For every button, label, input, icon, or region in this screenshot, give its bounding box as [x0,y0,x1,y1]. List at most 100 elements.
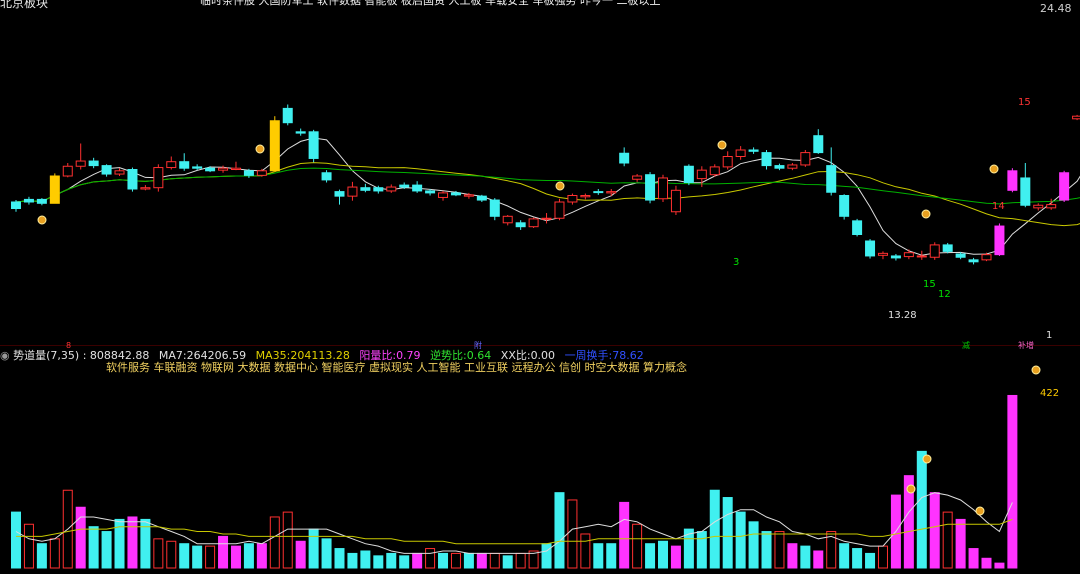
indicator-name[interactable]: 势道量 [13,349,46,362]
volume-bar [541,543,552,569]
volume-bar [476,552,487,569]
candle-body [865,240,876,257]
kline-chart-canvas[interactable] [0,0,1080,574]
label-14-red: 14 [992,201,1005,212]
candle-body [127,169,138,190]
volume-ma-white [15,492,1013,554]
ma-line-white [15,137,1080,256]
volume-bar [308,528,319,569]
candle-body [463,194,474,197]
badge-icon [555,181,565,191]
volume-bar [632,523,643,569]
candle-body [632,175,643,180]
candle-body [476,195,487,201]
candle-body [11,201,21,209]
volume-bar [787,543,798,569]
volume-bar [580,533,591,569]
indicator-icon[interactable]: ◉ [0,349,10,362]
volume-high-label: 422 [1040,388,1060,399]
volume-bar [386,552,397,569]
candle-body [23,198,34,203]
candle-body [696,169,707,180]
candle-body [360,187,371,191]
volume-bar [929,492,940,569]
candle-body [334,191,345,197]
price-high-label: 24.48 [1040,2,1072,15]
candle-body [968,259,979,263]
candle-body [179,161,190,169]
candle-body [373,187,384,192]
volume-bar [735,511,746,569]
volume-bar [619,501,630,569]
candle-body [877,252,888,256]
concept-tags-top: 临时条件股 大国防军工 软件数据 智能板 板启国资 人工板 车载安全 车板强势 … [200,0,661,7]
volume-bar [670,545,681,569]
volume-bar [761,531,772,569]
candle-body [88,160,99,167]
candle-body [735,149,746,157]
volume-bar [1007,394,1018,569]
volume-ma-yellow [16,518,1013,545]
volume-bar [438,552,449,569]
volume-bar [334,548,345,569]
volume-bar [192,545,203,569]
volume-bar [567,499,578,569]
candle-body [425,190,436,194]
label-15-red: 15 [1018,97,1031,108]
badge-icon [922,454,932,464]
volume-bar [11,511,21,569]
volume-bar [865,552,876,569]
candle-body [140,187,151,190]
volume-bar [218,535,229,569]
volume-bar [412,552,423,569]
candle-body [1046,204,1057,209]
candle-body [412,184,423,192]
volume-bar [942,511,953,569]
label-3-green: 3 [733,257,740,268]
volume-bar [554,492,565,569]
sector-title: 北京板块 [0,0,49,10]
volume-bar [968,548,979,569]
volume-bar [955,518,966,569]
candle-body [438,192,449,198]
volume-bar [75,506,86,569]
candle-body [205,167,216,172]
candle-body [619,152,630,164]
candle-body [308,131,319,159]
low-price-label: 13.28 [888,310,917,321]
candle-body [955,253,966,258]
ma-line-yellow [15,162,1080,227]
badge-icon [1031,365,1041,375]
volume-bar [295,540,306,569]
candle-body [541,217,552,220]
candle-body [748,149,759,152]
candle-body [101,165,112,175]
candle-body [1033,204,1044,209]
candle-body [295,131,306,134]
candle-body [347,186,358,197]
candle-body [774,165,785,169]
candle-body [62,165,73,177]
volume-bar [994,562,1005,569]
volume-bar [774,531,785,569]
candle-body [800,152,811,166]
badge-icon [906,484,916,494]
candle-body [580,195,591,198]
candle-body [1072,115,1080,120]
volume-bar [658,540,668,569]
candle-body [567,195,578,203]
candle-body [192,166,203,169]
candle-body [489,199,500,217]
volume-bar [606,543,617,569]
panel-divider [0,345,1080,346]
label-12-green: 12 [938,289,951,300]
badge-icon [975,506,985,516]
candle-body [36,198,47,204]
candle-body [269,120,280,172]
label-buzeng: 补增 [1018,341,1034,350]
badge-icon [255,144,265,154]
candle-body [243,170,254,176]
label-15-green: 15 [923,279,936,290]
candle-body [670,189,681,213]
volume-bar [463,552,474,569]
